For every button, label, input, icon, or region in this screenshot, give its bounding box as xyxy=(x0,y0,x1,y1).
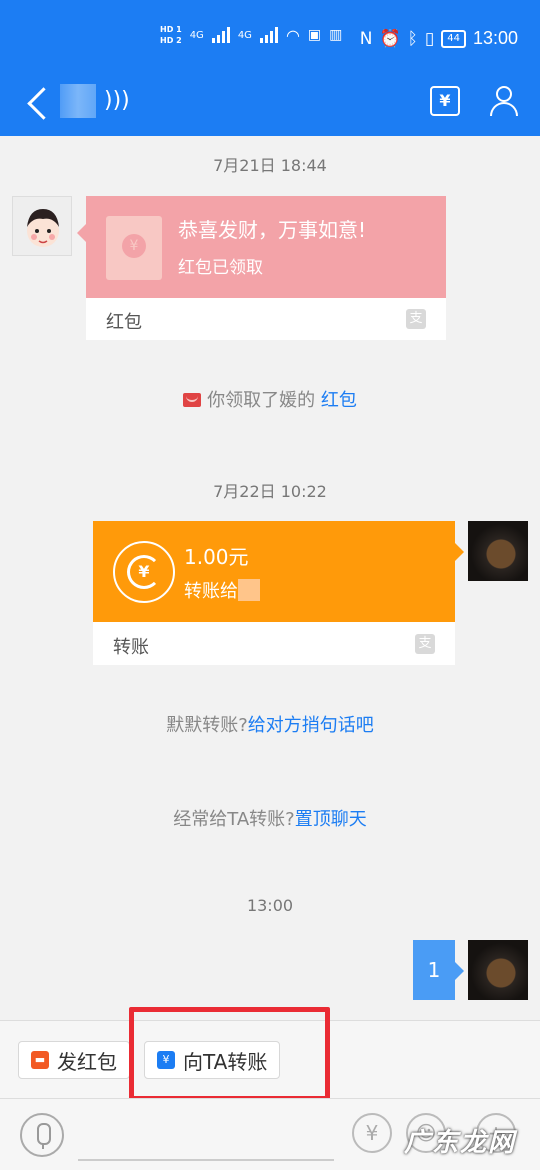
send-red-packet-label: 发红包 xyxy=(57,1049,117,1074)
transfer-to-label: 转账给 xyxy=(184,581,238,602)
red-envelope-small-icon xyxy=(183,393,202,407)
pin-tip-text: 经常给TA转账? xyxy=(173,809,295,830)
transfer-amount: 1.00元 xyxy=(184,545,249,569)
timestamp: 7月22日 10:22 xyxy=(213,482,327,501)
transfer-tip: 默默转账?给对方捎句话吧 xyxy=(0,711,540,737)
signal-icon xyxy=(211,27,230,43)
hearing-icon[interactable]: ))) xyxy=(104,88,130,113)
hd1-badge: HD 1 xyxy=(160,25,182,34)
signal-group: HD 1 HD 2 4G 4G ◠ ▣ ▥ xyxy=(160,24,342,46)
received-note: 你领取了媛的 红包 xyxy=(0,386,540,412)
red-packet-icon: ▬ xyxy=(31,1051,49,1069)
top-bar: HD 1 HD 2 4G 4G ◠ ▣ ▥ N ⏰ ᛒ ▯ 44 13:00 )… xyxy=(0,0,540,136)
contact-avatar[interactable] xyxy=(12,196,72,256)
vibrate-icon: ▯ xyxy=(424,28,435,49)
transfer-header: ¥ 1.00元 转账给 xyxy=(93,521,455,622)
my-avatar[interactable] xyxy=(468,521,528,581)
transfer-icon[interactable]: ¥ xyxy=(430,86,460,116)
transfer-card[interactable]: ¥ 1.00元 转账给 转账 支 xyxy=(93,521,464,665)
send-red-packet-button[interactable]: ▬ 发红包 xyxy=(18,1041,130,1079)
storage-icon: ▥ xyxy=(329,27,343,43)
signal-icon-2 xyxy=(259,27,278,43)
timestamp: 13:00 xyxy=(246,896,294,915)
contact-name-masked xyxy=(60,84,96,118)
status-bar: HD 1 HD 2 4G 4G ◠ ▣ ▥ N ⏰ ᛒ ▯ 44 13:00 xyxy=(0,0,540,80)
recipient-name-masked xyxy=(238,579,260,601)
red-packet-title: 恭喜发财，万事如意! xyxy=(178,218,367,242)
alipay-icon: 支 xyxy=(415,634,435,654)
payment-icon[interactable]: ¥ xyxy=(352,1113,392,1153)
network-type-1: 4G xyxy=(189,29,204,41)
user-settings-icon[interactable] xyxy=(488,84,522,118)
hd2-badge: HD 2 xyxy=(160,36,182,45)
red-packet-status: 红包已领取 xyxy=(178,258,263,278)
red-packet-card[interactable]: ¥ 恭喜发财，万事如意! 红包已领取 红包 支 xyxy=(77,196,446,340)
sim-icon: ▣ xyxy=(307,27,322,43)
transfer-coin-icon: ¥ xyxy=(113,541,175,603)
microphone-icon[interactable] xyxy=(20,1113,64,1157)
wifi-icon: ◠ xyxy=(285,25,300,45)
leave-message-link[interactable]: 给对方捎句话吧 xyxy=(248,715,374,736)
transfer-tip-text: 默默转账? xyxy=(166,715,248,736)
text-message[interactable]: 1 xyxy=(413,940,464,1000)
message-input[interactable] xyxy=(78,1159,334,1161)
hd-badges: HD 1 HD 2 xyxy=(160,24,182,46)
highlight-box xyxy=(129,1007,330,1101)
transfer-footer: 转账 xyxy=(113,637,149,658)
pin-tip: 经常给TA转账?置顶聊天 xyxy=(0,805,540,831)
transfer-recipient: 转账给 xyxy=(184,577,260,603)
my-avatar[interactable] xyxy=(468,940,528,1000)
bluetooth-icon: ᛒ xyxy=(407,28,418,49)
battery-icon: 44 xyxy=(441,29,466,48)
alipay-icon: 支 xyxy=(406,309,426,329)
red-packet-header: ¥ 恭喜发财，万事如意! 红包已领取 xyxy=(86,196,446,298)
received-note-text: 你领取了媛的 xyxy=(207,390,316,411)
chevron-left-icon[interactable] xyxy=(24,84,54,120)
red-envelope-icon: ¥ xyxy=(106,216,162,280)
nfc-icon: N xyxy=(359,28,373,49)
alarm-icon: ⏰ xyxy=(379,28,401,49)
network-type-2: 4G xyxy=(237,29,252,41)
status-right: N ⏰ ᛒ ▯ 44 13:00 xyxy=(360,28,518,49)
clock: 13:00 xyxy=(472,28,518,48)
pin-chat-link[interactable]: 置顶聊天 xyxy=(295,809,367,830)
red-packet-footer: 红包 xyxy=(106,312,142,333)
red-packet-link[interactable]: 红包 xyxy=(321,390,357,411)
watermark: 广东龙网 xyxy=(404,1128,517,1158)
timestamp: 7月21日 18:44 xyxy=(213,156,327,175)
chat-header: ))) ¥ xyxy=(0,80,540,136)
